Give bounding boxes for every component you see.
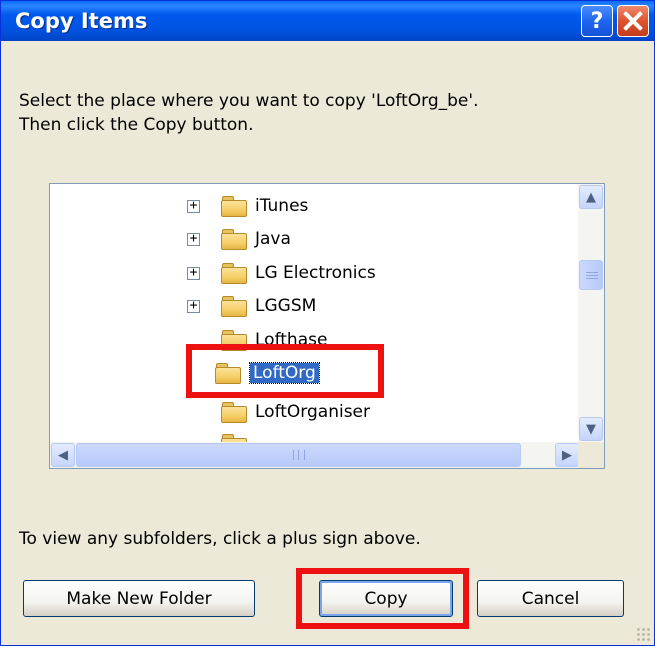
expand-icon[interactable]: + [187,266,200,280]
close-button[interactable] [617,5,649,37]
resize-grip-icon[interactable] [636,627,650,641]
scroll-right-button[interactable]: ▶ [555,443,579,467]
folder-icon [221,263,247,284]
arrow-down-icon: ▼ [586,421,596,437]
vertical-scrollbar[interactable]: ▲ ▼ [578,184,604,442]
arrow-left-icon: ◀ [58,447,68,463]
horizontal-scrollbar[interactable]: ◀ ▶ [50,442,580,468]
scroll-up-button[interactable]: ▲ [579,185,603,209]
highlight-box-copy [296,568,469,629]
scroll-left-button[interactable]: ◀ [51,443,75,467]
scrollbar-corner [578,442,604,468]
copy-items-dialog: Copy Items ? Select the place where you … [0,0,655,646]
folder-icon [221,402,247,423]
highlight-box-loftorg [186,344,384,398]
vertical-scroll-thumb[interactable] [579,260,603,290]
tree-item-label: Java [255,229,291,249]
title-bar[interactable]: Copy Items ? [1,1,654,41]
instruction-text: Select the place where you want to copy … [19,89,619,137]
arrow-up-icon: ▲ [586,189,596,205]
folder-icon [221,434,247,442]
tree-item-label: LoftOrganiser [255,402,371,422]
horizontal-scroll-thumb[interactable] [76,443,521,467]
tree-item-partial[interactable] [50,426,280,442]
subfolder-hint: To view any subfolders, click a plus sig… [19,529,421,549]
expand-icon[interactable]: + [187,232,200,246]
tree-item-label: LGGSM [255,296,317,316]
expand-icon[interactable]: + [187,199,200,213]
instruction-line-2: Then click the Copy button. [19,115,254,135]
folder-icon [221,196,247,217]
arrow-right-icon: ▶ [562,447,572,463]
folder-icon [221,229,247,250]
folder-tree[interactable]: + iTunes + Java + LG Electronics + LGGSM… [49,183,605,469]
help-icon: ? [590,8,604,34]
tree-item-label: LG Electronics [255,263,376,283]
make-new-folder-button[interactable]: Make New Folder [23,580,255,617]
expand-icon[interactable]: + [187,299,200,313]
cancel-button[interactable]: Cancel [477,580,624,617]
folder-icon [221,296,247,317]
tree-item-label: iTunes [255,196,309,216]
instruction-line-1: Select the place where you want to copy … [19,91,479,111]
close-icon [622,10,644,32]
dialog-title: Copy Items [15,9,148,33]
scroll-down-button[interactable]: ▼ [579,417,603,441]
help-button[interactable]: ? [581,5,613,37]
grip-icon [292,450,305,460]
